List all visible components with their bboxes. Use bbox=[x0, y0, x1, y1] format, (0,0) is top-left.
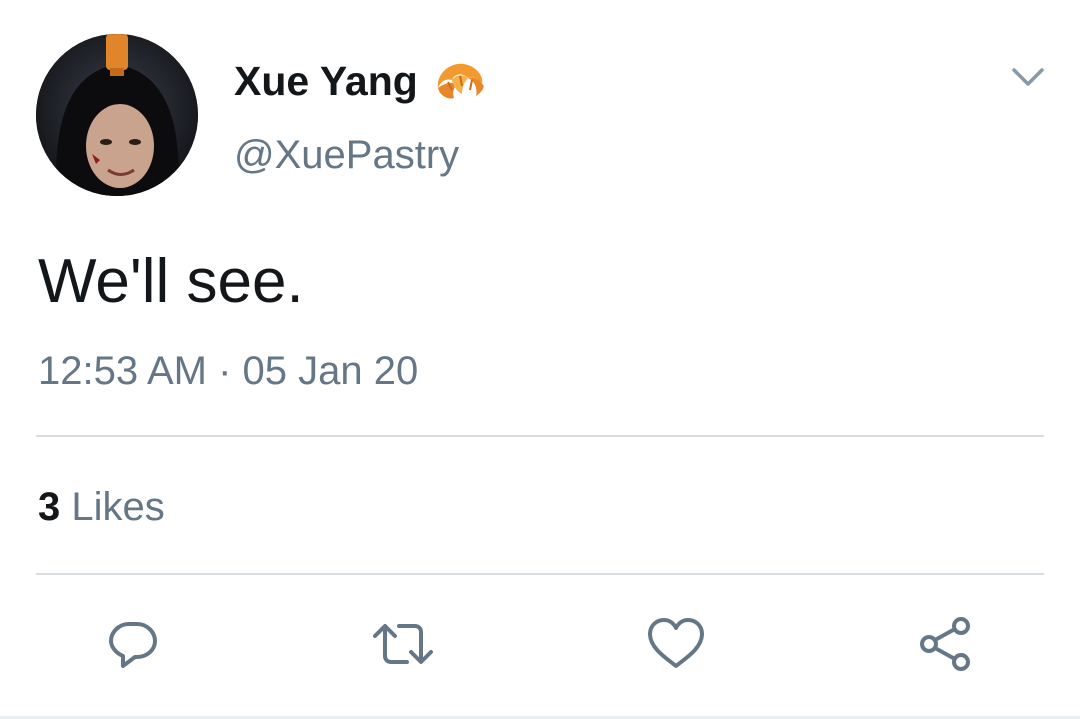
divider bbox=[36, 435, 1044, 437]
avatar[interactable] bbox=[36, 34, 198, 196]
tweet-timestamp[interactable]: 12:53 AM · 05 Jan 20 bbox=[38, 344, 418, 398]
divider bbox=[36, 573, 1044, 575]
share-icon bbox=[920, 617, 970, 671]
retweet-icon bbox=[373, 624, 433, 664]
croissant-icon bbox=[432, 58, 486, 104]
display-name[interactable]: Xue Yang bbox=[234, 56, 418, 106]
tweet-detail: Xue Yang @XuePastry We'll see. 12:53 AM … bbox=[0, 0, 1080, 719]
share-button[interactable] bbox=[913, 612, 977, 676]
retweet-button[interactable] bbox=[371, 612, 435, 676]
like-button[interactable] bbox=[644, 612, 708, 676]
avatar-image bbox=[36, 34, 198, 196]
author-name-row: Xue Yang bbox=[234, 56, 486, 106]
tweet-text: We'll see. bbox=[38, 247, 304, 316]
reply-button[interactable] bbox=[101, 612, 165, 676]
like-icon bbox=[648, 618, 704, 668]
likes-count: 3 bbox=[38, 485, 61, 529]
chevron-down-icon[interactable] bbox=[1010, 62, 1046, 92]
likes-label: Likes bbox=[71, 485, 165, 529]
author-handle[interactable]: @XuePastry bbox=[234, 130, 459, 180]
action-bar bbox=[0, 612, 1080, 676]
likes-stat[interactable]: 3 Likes bbox=[38, 482, 165, 532]
reply-icon bbox=[109, 622, 157, 668]
